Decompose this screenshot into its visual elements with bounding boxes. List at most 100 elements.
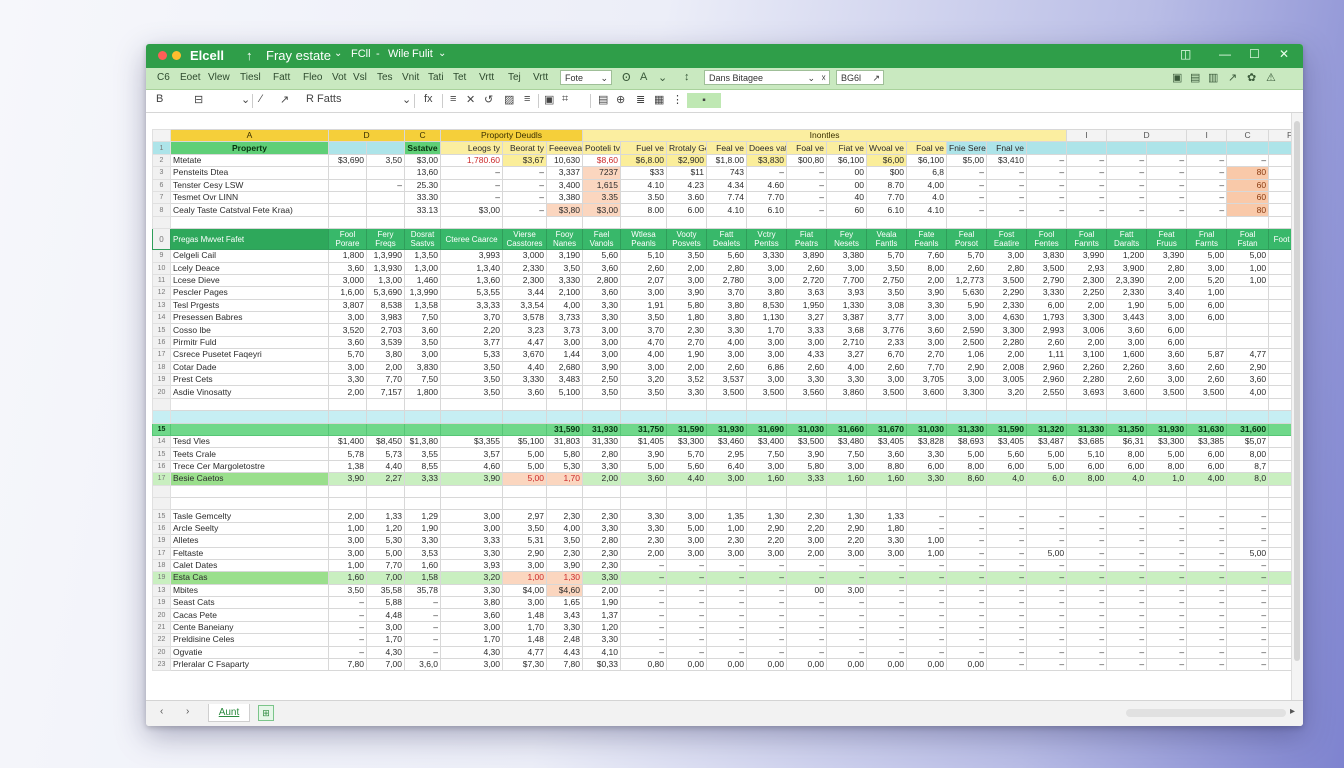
clear-icon[interactable]: ☓ xyxy=(821,71,826,86)
data-cell[interactable]: – xyxy=(1106,633,1148,647)
data-cell[interactable]: 2,70 xyxy=(906,348,948,362)
data-cell[interactable]: $2,900 xyxy=(666,153,708,168)
data-cell[interactable]: 5,70 xyxy=(328,348,367,362)
row-label-cell[interactable]: Alletes xyxy=(170,534,329,548)
data-cell[interactable]: 2,95 xyxy=(706,447,748,461)
data-cell[interactable]: 8,55 xyxy=(404,459,442,474)
data-cell[interactable]: 1,800 xyxy=(328,249,367,263)
data-cell[interactable]: $3,410 xyxy=(986,153,1028,168)
data-cell[interactable]: $3,828 xyxy=(906,434,948,449)
data-cell[interactable]: 3,80 xyxy=(746,286,788,300)
data-cell[interactable] xyxy=(826,410,868,424)
data-cell[interactable]: 3,520 xyxy=(328,323,367,337)
data-cell[interactable]: 3.60 xyxy=(666,190,708,205)
data-cell[interactable]: – xyxy=(1186,608,1228,622)
data-cell[interactable] xyxy=(1226,323,1270,337)
data-cell[interactable]: 3,300 xyxy=(946,385,988,399)
data-cell[interactable]: 1,65 xyxy=(546,596,584,610)
settings-icon[interactable]: ✿ xyxy=(1247,71,1256,84)
row-number[interactable]: 22 xyxy=(152,633,171,647)
data-cell[interactable] xyxy=(906,496,948,511)
columns-icon[interactable]: ▥ xyxy=(1208,71,1218,84)
data-cell[interactable]: 5,80 xyxy=(786,459,828,474)
menu-item[interactable]: Vnit xyxy=(402,72,419,83)
data-cell[interactable]: 3,33 xyxy=(440,534,504,548)
data-cell[interactable] xyxy=(786,410,828,424)
data-cell[interactable]: – xyxy=(404,608,442,622)
row-number[interactable]: 20 xyxy=(152,385,171,399)
row-label-cell[interactable]: Celgeli Cail xyxy=(170,249,329,263)
data-cell[interactable]: 5,40 xyxy=(404,397,442,412)
data-cell[interactable]: – xyxy=(866,608,908,622)
data-cell[interactable]: 3,00 xyxy=(826,546,868,560)
data-cell[interactable]: 5,70 xyxy=(946,249,988,263)
data-cell[interactable] xyxy=(620,496,668,511)
data-cell[interactable]: 3,00 xyxy=(746,335,788,350)
data-cell[interactable]: $3,70 xyxy=(582,484,622,498)
data-cell[interactable]: 35,78 xyxy=(404,583,442,598)
data-cell[interactable]: 3,00 xyxy=(786,534,828,548)
data-cell[interactable]: 3,30 xyxy=(906,472,948,486)
data-cell[interactable]: 5,60 xyxy=(986,447,1028,461)
data-cell[interactable]: 5,70 xyxy=(666,447,708,461)
data-cell[interactable]: 2,80 xyxy=(986,261,1028,275)
data-cell[interactable]: 3,77 xyxy=(866,311,908,325)
data-cell[interactable]: 1,48 xyxy=(502,608,548,622)
row-number[interactable] xyxy=(152,410,171,424)
data-cell[interactable]: 3,00 xyxy=(440,521,504,536)
data-cell[interactable]: 3,93 xyxy=(440,558,504,573)
data-cell[interactable]: 3,30 xyxy=(906,298,948,313)
data-cell[interactable]: 2,250 xyxy=(1066,286,1108,300)
row-label-cell[interactable]: Tesl Prgests xyxy=(170,298,329,313)
data-cell[interactable] xyxy=(440,496,504,511)
data-cell[interactable]: 4.10 xyxy=(706,203,748,217)
data-cell[interactable]: 3,30 xyxy=(666,385,708,399)
data-cell[interactable] xyxy=(365,496,406,511)
data-cell[interactable]: 3,00 xyxy=(502,397,548,412)
data-cell[interactable]: 1,3,930 xyxy=(365,261,406,275)
data-cell[interactable]: 3,30 xyxy=(906,447,948,461)
data-cell[interactable]: 3,600 xyxy=(906,385,948,399)
data-cell[interactable]: 4,70 xyxy=(620,335,668,350)
data-cell[interactable]: – xyxy=(906,571,948,585)
data-cell[interactable]: – xyxy=(1186,657,1228,672)
data-cell[interactable] xyxy=(328,178,367,192)
row-number[interactable]: 19 xyxy=(152,596,171,610)
data-cell[interactable]: 8,00 xyxy=(1106,447,1148,461)
data-cell[interactable]: 5,78 xyxy=(328,447,367,461)
data-cell[interactable]: – xyxy=(328,608,367,622)
data-cell[interactable]: 2,07 xyxy=(620,273,668,288)
data-cell[interactable]: 3,330 xyxy=(546,273,584,288)
data-cell[interactable]: 0,00 xyxy=(786,657,828,672)
data-cell[interactable]: – xyxy=(866,633,908,647)
data-cell[interactable]: – xyxy=(1106,583,1148,598)
prev-sheet-icon[interactable]: ‹ xyxy=(160,706,163,717)
data-cell[interactable] xyxy=(1106,410,1148,424)
data-cell[interactable]: – xyxy=(946,546,988,560)
data-cell[interactable]: 1,00 xyxy=(1226,273,1270,288)
row-label-cell[interactable]: Prleralar C Fsaparty xyxy=(170,657,329,672)
data-cell[interactable] xyxy=(1146,484,1188,498)
row-number[interactable]: 3 xyxy=(152,166,171,180)
data-cell[interactable]: 4,77 xyxy=(1226,348,1270,362)
data-cell[interactable]: 3.50 xyxy=(620,190,668,205)
data-cell[interactable]: – xyxy=(1146,657,1188,672)
data-cell[interactable]: 1,30 xyxy=(546,571,584,585)
data-cell[interactable]: 2,00 xyxy=(666,261,708,275)
data-cell[interactable]: 3,830 xyxy=(1026,249,1068,263)
data-cell[interactable]: – xyxy=(946,558,988,573)
data-cell[interactable] xyxy=(582,496,622,511)
column-header[interactable]: I xyxy=(1066,128,1108,143)
data-cell[interactable]: – xyxy=(746,571,788,585)
data-cell[interactable]: 3,00 xyxy=(440,620,504,635)
data-cell[interactable]: – xyxy=(1226,521,1270,536)
data-cell[interactable]: 3,00 xyxy=(746,373,788,387)
data-cell[interactable]: 1,780.60 xyxy=(440,153,504,168)
data-cell[interactable]: 1,00 xyxy=(1226,261,1270,275)
data-cell[interactable]: – xyxy=(1106,558,1148,573)
data-cell[interactable]: 6,40 xyxy=(706,459,748,474)
data-cell[interactable] xyxy=(1106,484,1148,498)
data-cell[interactable]: – xyxy=(1026,558,1068,573)
data-cell[interactable]: $4,60 xyxy=(546,583,584,598)
data-cell[interactable]: 2,80 xyxy=(1146,261,1188,275)
